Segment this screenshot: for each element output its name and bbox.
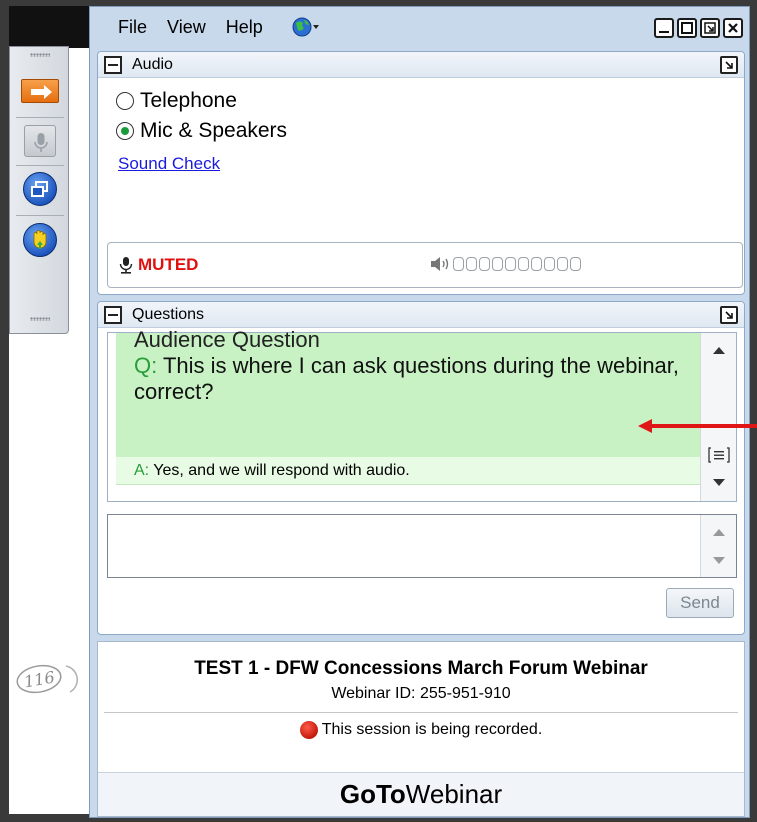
brand-regular-text: Webinar xyxy=(405,779,503,809)
question-input-scrollbar[interactable] xyxy=(700,515,736,577)
webinar-id: Webinar ID: 255-951-910 xyxy=(331,685,511,702)
question-item: Audience Question Q: This is where I can… xyxy=(116,327,700,457)
background-dark-area xyxy=(9,6,93,48)
divider xyxy=(16,165,64,166)
scroll-thumb-grip-icon[interactable] xyxy=(707,446,731,464)
language-globe-icon[interactable] xyxy=(291,14,321,40)
grab-tab-grip-top[interactable] xyxy=(30,53,50,57)
divider xyxy=(104,712,738,713)
question-log[interactable]: Audience Question Q: This is where I can… xyxy=(107,327,737,502)
raise-hand-button[interactable] xyxy=(23,223,57,257)
question-log-scrollbar[interactable] xyxy=(700,333,736,501)
question-text: Q: This is where I can ask questions dur… xyxy=(134,353,700,405)
mic-speakers-radio[interactable] xyxy=(116,122,134,140)
brand-logo: GoTo Webinar xyxy=(98,772,744,816)
session-info: TEST 1 - DFW Concessions March Forum Web… xyxy=(97,641,745,817)
microphone-button[interactable] xyxy=(23,125,57,157)
questions-panel: Questions Audience Question Q: This is w… xyxy=(97,301,745,635)
microphone-icon xyxy=(24,125,56,157)
scroll-up-icon[interactable] xyxy=(713,347,725,354)
restore-window-button[interactable] xyxy=(23,172,57,206)
answer-prefix: A: xyxy=(134,462,150,479)
popout-button[interactable] xyxy=(700,18,720,38)
menu-view[interactable]: View xyxy=(167,17,206,38)
webinar-title: TEST 1 - DFW Concessions March Forum Web… xyxy=(194,658,648,679)
minimize-button[interactable] xyxy=(654,18,674,38)
slide-frame-left xyxy=(0,0,9,822)
answer-item: A: Yes, and we will respond with audio. xyxy=(116,457,700,485)
popout-audio-icon[interactable] xyxy=(720,56,738,74)
close-button[interactable] xyxy=(723,18,743,38)
divider xyxy=(16,215,64,216)
brand-bold-text: GoTo xyxy=(339,779,406,809)
popout-questions-icon[interactable] xyxy=(720,306,738,324)
audio-level-meter xyxy=(430,256,582,272)
speaker-icon xyxy=(431,257,449,271)
audio-panel-header: Audio xyxy=(98,52,744,78)
question-input[interactable] xyxy=(107,514,737,578)
microphone-icon xyxy=(119,257,133,274)
menu-bar: File View Help xyxy=(90,7,749,47)
question-body: This is where I can ask questions during… xyxy=(134,353,680,404)
grab-tab[interactable] xyxy=(9,46,69,334)
scroll-down-icon[interactable] xyxy=(713,479,725,486)
collapse-questions-icon[interactable] xyxy=(104,305,122,324)
audio-panel: Audio Telephone Mic & Speakers Sound Che… xyxy=(97,51,745,295)
raise-hand-icon xyxy=(23,223,57,257)
menu-help[interactable]: Help xyxy=(226,17,263,38)
muted-status: MUTED xyxy=(138,255,199,274)
sound-check-link[interactable]: Sound Check xyxy=(98,154,744,174)
window-controls xyxy=(654,18,743,38)
telephone-option[interactable]: Telephone xyxy=(98,86,744,116)
answer-body: Yes, and we will respond with audio. xyxy=(153,462,410,479)
questions-panel-title: Questions xyxy=(132,305,205,323)
menu-file[interactable]: File xyxy=(118,17,147,38)
stamp-mark: 116 xyxy=(14,660,84,696)
recording-icon xyxy=(299,721,318,739)
arrow-right-icon xyxy=(21,79,59,103)
audio-status-bar: MUTED xyxy=(107,242,743,288)
recording-text: This session is being recorded. xyxy=(321,721,543,738)
audio-panel-title: Audio xyxy=(132,55,173,73)
annotation-arrow-icon xyxy=(638,419,757,433)
gotowebinar-control-panel: File View Help Audio Telephone Mic & Spe… xyxy=(89,6,750,818)
show-hide-panel-button[interactable] xyxy=(21,75,59,107)
question-heading: Audience Question xyxy=(134,327,320,352)
grab-tab-grip-bottom[interactable] xyxy=(30,317,50,321)
scroll-down-icon[interactable] xyxy=(713,557,725,564)
divider xyxy=(16,117,64,118)
mic-speakers-label: Mic & Speakers xyxy=(140,119,288,142)
scroll-up-icon[interactable] xyxy=(713,529,725,536)
maximize-button[interactable] xyxy=(677,18,697,38)
restore-window-icon xyxy=(23,172,57,206)
collapse-audio-icon[interactable] xyxy=(104,55,122,74)
send-button[interactable]: Send xyxy=(666,588,734,618)
telephone-radio[interactable] xyxy=(116,92,134,110)
questions-panel-header: Questions xyxy=(98,302,744,328)
mic-speakers-option[interactable]: Mic & Speakers xyxy=(98,116,744,146)
question-prefix: Q: xyxy=(134,353,158,378)
telephone-label: Telephone xyxy=(140,89,237,112)
recording-notice: This session is being recorded. xyxy=(98,721,744,739)
